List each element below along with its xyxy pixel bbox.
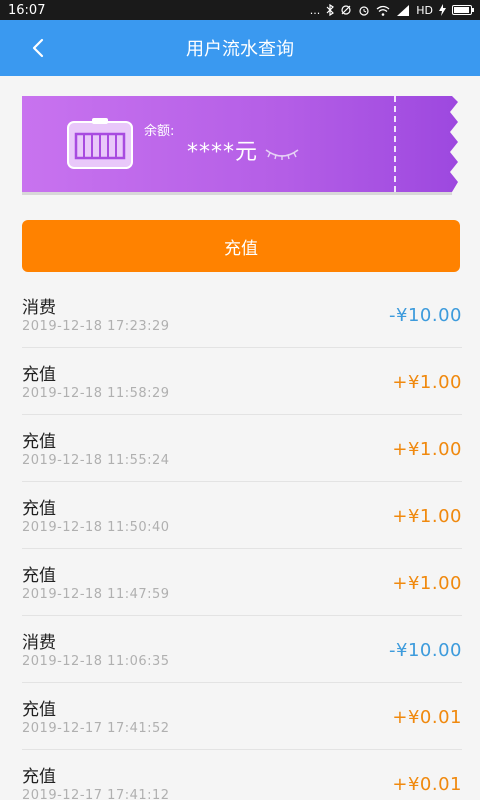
network-type: HD	[416, 3, 433, 17]
rotate-icon	[341, 5, 351, 15]
back-button[interactable]	[22, 32, 54, 64]
transaction-amount: +¥1.00	[392, 372, 462, 393]
status-time: 16:07	[8, 2, 46, 18]
notification-dots: ...	[309, 3, 321, 17]
header: 用户流水查询	[0, 20, 480, 76]
balance-card: 余额: ****元	[22, 96, 458, 195]
transaction-datetime: 2019-12-18 11:06:35	[22, 654, 170, 669]
ticket-divider	[394, 96, 396, 192]
recharge-button[interactable]: 充值	[22, 220, 460, 272]
transaction-type: 充值	[22, 432, 56, 452]
transaction-row[interactable]: 充值 2019-12-17 17:41:12 +¥0.01	[22, 750, 462, 800]
balance-value: ****元	[187, 140, 259, 165]
battery-icon	[452, 5, 474, 15]
transaction-row[interactable]: 充值 2019-12-18 11:58:29 +¥1.00	[22, 348, 462, 415]
transaction-datetime: 2019-12-18 11:47:59	[22, 587, 170, 602]
transaction-datetime: 2019-12-18 17:23:29	[22, 319, 170, 334]
transaction-datetime: 2019-12-18 11:58:29	[22, 386, 170, 401]
eye-closed-icon[interactable]	[262, 146, 302, 162]
bluetooth-icon	[326, 4, 335, 16]
status-bar: 16:07 ... HD	[0, 0, 480, 20]
alarm-icon	[359, 6, 369, 16]
transaction-datetime: 2019-12-17 17:41:52	[22, 721, 170, 736]
transaction-datetime: 2019-12-18 11:50:40	[22, 520, 170, 535]
transaction-row[interactable]: 消费 2019-12-18 11:06:35 -¥10.00	[22, 616, 462, 683]
transaction-type: 消费	[22, 298, 56, 318]
transaction-list: 消费 2019-12-18 17:23:29 -¥10.00 充值 2019-12-18…	[22, 281, 462, 800]
transaction-row[interactable]: 充值 2019-12-18 11:55:24 +¥1.00	[22, 415, 462, 482]
transaction-type: 充值	[22, 365, 56, 385]
transaction-row[interactable]: 消费 2019-12-18 17:23:29 -¥10.00	[22, 281, 462, 348]
signal-icon	[397, 4, 410, 16]
card-icon	[67, 118, 133, 169]
status-icons: ... HD	[309, 3, 474, 17]
transaction-row[interactable]: 充值 2019-12-18 11:50:40 +¥1.00	[22, 482, 462, 549]
page-title: 用户流水查询	[186, 39, 294, 60]
transaction-amount: -¥10.00	[389, 640, 462, 661]
transaction-amount: +¥1.00	[392, 506, 462, 527]
transaction-type: 充值	[22, 499, 56, 519]
transaction-type: 消费	[22, 633, 56, 653]
wifi-icon	[376, 5, 390, 16]
transaction-amount: +¥1.00	[392, 439, 462, 460]
transaction-amount: +¥1.00	[392, 573, 462, 594]
transaction-row[interactable]: 充值 2019-12-17 17:41:52 +¥0.01	[22, 683, 462, 750]
chevron-left-icon	[32, 38, 44, 58]
transaction-datetime: 2019-12-17 17:41:12	[22, 788, 170, 800]
transaction-amount: +¥0.01	[392, 774, 462, 795]
transaction-row[interactable]: 充值 2019-12-18 11:47:59 +¥1.00	[22, 549, 462, 616]
transaction-amount: -¥10.00	[389, 305, 462, 326]
transaction-type: 充值	[22, 700, 56, 720]
balance-label: 余额:	[144, 124, 175, 139]
transaction-type: 充值	[22, 767, 56, 787]
transaction-type: 充值	[22, 566, 56, 586]
transaction-datetime: 2019-12-18 11:55:24	[22, 453, 170, 468]
charging-icon	[439, 4, 446, 16]
transaction-amount: +¥0.01	[392, 707, 462, 728]
